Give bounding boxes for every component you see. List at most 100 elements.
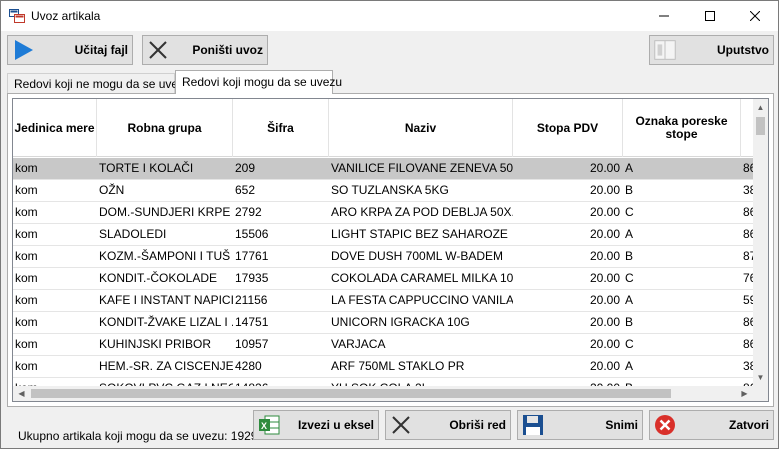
cell-product-group[interactable]: OŽN: [97, 180, 233, 201]
cell-vat-rate[interactable]: 20.00: [513, 158, 623, 179]
cell-vat-rate[interactable]: 20.00: [513, 246, 623, 267]
close-window-button[interactable]: [732, 1, 778, 31]
column-header-code[interactable]: Šifra: [233, 99, 329, 157]
cell-tax-rate-code[interactable]: B: [623, 246, 741, 267]
scroll-left-arrow-icon[interactable]: ◀: [13, 386, 30, 401]
table-row[interactable]: kom SLADOLEDI 15506 LIGHT STAPIC BEZ SAHARO…: [13, 224, 763, 246]
close-button[interactable]: Zatvori: [649, 410, 774, 440]
cell-name[interactable]: ARO KRPA ZA POD DEBLJA 50X...: [329, 202, 513, 223]
cell-vat-rate[interactable]: 20.00: [513, 356, 623, 377]
cell-vat-rate[interactable]: 20.00: [513, 290, 623, 311]
column-header-product-group[interactable]: Robna grupa: [97, 99, 233, 157]
cell-vat-rate[interactable]: 20.00: [513, 224, 623, 245]
cell-unit[interactable]: kom: [13, 268, 97, 289]
minimize-button[interactable]: [641, 1, 687, 31]
horizontal-scrollbar[interactable]: ◀ ▶: [13, 386, 753, 401]
table-row[interactable]: kom TORTE I KOLAČI 209 VANILICE FILOVANE ZE…: [13, 158, 763, 180]
cell-name[interactable]: SO TUZLANSKA 5KG: [329, 180, 513, 201]
cell-tax-rate-code[interactable]: B: [623, 312, 741, 333]
column-header-name[interactable]: Naziv: [329, 99, 513, 157]
cancel-import-button[interactable]: Poništi uvoz: [142, 35, 268, 65]
cell-code[interactable]: 21156: [233, 290, 329, 311]
cell-tax-rate-code[interactable]: A: [623, 356, 741, 377]
delete-row-button[interactable]: Obriši red: [385, 410, 511, 440]
table-row[interactable]: kom HEM.-SR. ZA CISCENJE 4280 ARF 750ML STA…: [13, 356, 763, 378]
cell-product-group[interactable]: KONDIT-ŽVAKE LIZAL I ...: [97, 312, 233, 333]
cell-tax-rate-code[interactable]: C: [623, 334, 741, 355]
horizontal-scroll-thumb[interactable]: [31, 389, 671, 398]
cell-unit[interactable]: kom: [13, 356, 97, 377]
save-button[interactable]: Snimi: [517, 410, 643, 440]
scroll-up-arrow-icon[interactable]: ▲: [753, 99, 768, 116]
articles-grid[interactable]: Jedinica mere Robna grupa Šifra Naziv St…: [12, 98, 769, 402]
cell-tax-rate-code[interactable]: B: [623, 180, 741, 201]
cell-unit[interactable]: kom: [13, 334, 97, 355]
cell-code[interactable]: 652: [233, 180, 329, 201]
cell-vat-rate[interactable]: 20.00: [513, 334, 623, 355]
cell-unit[interactable]: kom: [13, 180, 97, 201]
cell-product-group[interactable]: KUHINJSKI PRIBOR: [97, 334, 233, 355]
cell-code[interactable]: 17761: [233, 246, 329, 267]
cell-name[interactable]: VARJACA: [329, 334, 513, 355]
table-row[interactable]: kom KONDIT.-ČOKOLADE 17935 COKOLADA CARAMEL…: [13, 268, 763, 290]
table-row[interactable]: kom DOM.-SUNDJERI KRPE ... 2792 ARO KRPA ZA…: [13, 202, 763, 224]
cell-code[interactable]: 10957: [233, 334, 329, 355]
cell-name[interactable]: COKOLADA CARAMEL MILKA 100...: [329, 268, 513, 289]
cell-vat-rate[interactable]: 20.00: [513, 202, 623, 223]
cell-tax-rate-code[interactable]: A: [623, 224, 741, 245]
table-row[interactable]: komKUHINJSKI PRIBOR10957VARJACA20.00C860: [13, 334, 763, 356]
cell-name[interactable]: DOVE DUSH 700ML W-BADEM: [329, 246, 513, 267]
title-bar[interactable]: Uvoz artikala: [1, 1, 778, 31]
cell-product-group[interactable]: KOZM.-ŠAMPONI I TUŠ ...: [97, 246, 233, 267]
cell-name[interactable]: LA FESTA CAPPUCCINO VANILA ...: [329, 290, 513, 311]
cell-vat-rate[interactable]: 20.00: [513, 180, 623, 201]
cell-product-group[interactable]: DOM.-SUNDJERI KRPE ...: [97, 202, 233, 223]
column-header-tax-rate-code[interactable]: Oznaka poreske stope: [623, 99, 741, 157]
cell-code[interactable]: 17935: [233, 268, 329, 289]
cell-tax-rate-code[interactable]: A: [623, 290, 741, 311]
column-header-vat-rate[interactable]: Stopa PDV: [513, 99, 623, 157]
cell-code[interactable]: 4280: [233, 356, 329, 377]
table-row[interactable]: kom KONDIT-ŽVAKE LIZAL I ... 14751 UNICORN …: [13, 312, 763, 334]
cell-tax-rate-code[interactable]: C: [623, 268, 741, 289]
cell-product-group[interactable]: KONDIT.-ČOKOLADE: [97, 268, 233, 289]
tab-importable[interactable]: Redovi koji mogu da se uvezu: [175, 70, 342, 94]
cell-product-group[interactable]: TORTE I KOLAČI: [97, 158, 233, 179]
cell-vat-rate[interactable]: 20.00: [513, 268, 623, 289]
load-file-button[interactable]: Učitaj fajl: [7, 35, 133, 65]
vertical-scrollbar[interactable]: ▲ ▼: [753, 99, 768, 386]
cell-name[interactable]: UNICORN IGRACKA 10G: [329, 312, 513, 333]
maximize-button[interactable]: [687, 1, 733, 31]
cell-name[interactable]: LIGHT STAPIC BEZ SAHAROZE: [329, 224, 513, 245]
app-icon: [9, 9, 25, 23]
cell-name[interactable]: VANILICE FILOVANE ZENEVA 50...: [329, 158, 513, 179]
help-button[interactable]: Uputstvo: [649, 35, 774, 65]
tab-not-importable[interactable]: Redovi koji ne mogu da se uvezu: [7, 73, 191, 93]
export-excel-button[interactable]: X Izvezi u eksel: [253, 410, 379, 440]
cell-name[interactable]: ARF 750ML STAKLO PR: [329, 356, 513, 377]
table-row[interactable]: komOŽN652SO TUZLANSKA 5KG20.00B387: [13, 180, 763, 202]
cell-tax-rate-code[interactable]: C: [623, 202, 741, 223]
cell-unit[interactable]: kom: [13, 158, 97, 179]
cell-product-group[interactable]: SLADOLEDI: [97, 224, 233, 245]
cell-tax-rate-code[interactable]: A: [623, 158, 741, 179]
cell-code[interactable]: 209: [233, 158, 329, 179]
cell-product-group[interactable]: HEM.-SR. ZA CISCENJE: [97, 356, 233, 377]
cell-vat-rate[interactable]: 20.00: [513, 312, 623, 333]
cell-code[interactable]: 2792: [233, 202, 329, 223]
cell-unit[interactable]: kom: [13, 246, 97, 267]
cell-code[interactable]: 15506: [233, 224, 329, 245]
scroll-right-arrow-icon[interactable]: ▶: [736, 386, 753, 401]
table-row[interactable]: kom KOZM.-ŠAMPONI I TUŠ ... 17761 DOVE DUSH…: [13, 246, 763, 268]
cell-code[interactable]: 14751: [233, 312, 329, 333]
grid-header: Jedinica mere Robna grupa Šifra Naziv St…: [13, 99, 753, 157]
vertical-scroll-thumb[interactable]: [756, 117, 765, 135]
table-row[interactable]: kom KAFE I INSTANT NAPICI 21156 LA FESTA CA…: [13, 290, 763, 312]
scroll-down-arrow-icon[interactable]: ▼: [753, 369, 768, 386]
cell-product-group[interactable]: KAFE I INSTANT NAPICI: [97, 290, 233, 311]
cell-unit[interactable]: kom: [13, 312, 97, 333]
cell-unit[interactable]: kom: [13, 290, 97, 311]
cell-unit[interactable]: kom: [13, 202, 97, 223]
cell-unit[interactable]: kom: [13, 224, 97, 245]
column-header-unit[interactable]: Jedinica mere: [13, 99, 97, 157]
